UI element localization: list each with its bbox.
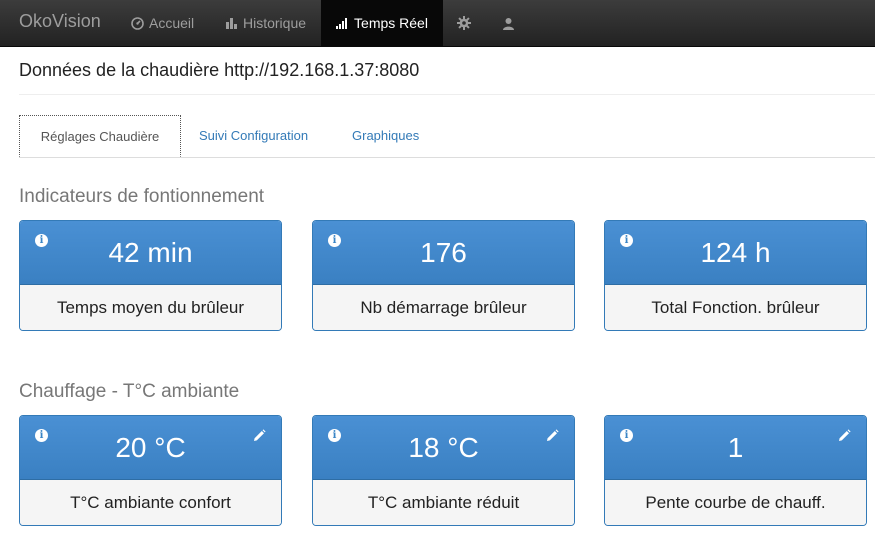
- card-label: T°C ambiante réduit: [313, 479, 574, 525]
- card-nb-demarrage-bruleur: 176 i Nb démarrage brûleur: [312, 220, 575, 331]
- card-total-fonction-bruleur: 124 h i Total Fonction. brûleur: [604, 220, 867, 331]
- section-title-indicateurs: Indicateurs de fontionnement: [19, 186, 265, 207]
- pencil-icon[interactable]: [251, 428, 267, 444]
- card-label: Nb démarrage brûleur: [313, 284, 574, 330]
- page-title: Données de la chaudière http://192.168.1…: [19, 60, 420, 80]
- nav-item-temps-reel[interactable]: Temps Réel: [321, 0, 443, 46]
- nav-item-historique[interactable]: Historique: [215, 0, 316, 46]
- nav-item-user[interactable]: [490, 0, 526, 46]
- card-value: 124 h: [700, 237, 771, 268]
- card-temps-moyen-bruleur: 42 min i Temps moyen du brûleur: [19, 220, 282, 331]
- info-icon[interactable]: i: [328, 429, 341, 442]
- card-pente-courbe-chauffe: 1 i Pente courbe de chauff.: [604, 415, 867, 526]
- pencil-icon[interactable]: [836, 428, 852, 444]
- card-label: Pente courbe de chauff.: [605, 479, 866, 525]
- tab-bar: Réglages Chaudière Suivi Configuration G…: [19, 115, 875, 158]
- nav-item-label: Temps Réel: [354, 15, 428, 31]
- card-value: 1: [727, 432, 744, 463]
- info-icon[interactable]: i: [620, 234, 633, 247]
- dashboard-icon: [131, 16, 144, 30]
- card-label: Total Fonction. brûleur: [605, 284, 866, 330]
- section-title-chauffage: Chauffage - T°C ambiante: [19, 381, 240, 402]
- info-icon[interactable]: i: [35, 429, 48, 442]
- nav-item-accueil[interactable]: Accueil: [121, 0, 204, 46]
- tab-graphiques[interactable]: Graphiques: [352, 115, 419, 156]
- nav-item-settings[interactable]: [446, 0, 482, 46]
- pencil-icon[interactable]: [544, 428, 560, 444]
- user-icon: [502, 17, 515, 30]
- bar-chart-icon: [225, 17, 238, 30]
- brand-logo[interactable]: OkoVision: [19, 0, 101, 46]
- info-icon[interactable]: i: [328, 234, 341, 247]
- nav-item-label: Historique: [243, 15, 307, 31]
- card-value: 42 min: [108, 237, 193, 268]
- signal-icon: [336, 17, 349, 30]
- card-value: 18 °C: [408, 432, 479, 463]
- card-temp-ambiante-confort: 20 °C i T°C ambiante confort: [19, 415, 282, 526]
- navbar: OkoVision Accueil Historique Temps Réel: [0, 0, 875, 47]
- card-temp-ambiante-reduit: 18 °C i T°C ambiante réduit: [312, 415, 575, 526]
- nav-item-label: Accueil: [149, 15, 195, 31]
- card-value: 20 °C: [115, 432, 186, 463]
- card-label: T°C ambiante confort: [20, 479, 281, 525]
- gear-icon: [457, 16, 471, 30]
- info-icon[interactable]: i: [620, 429, 633, 442]
- divider: [19, 94, 875, 95]
- card-value: 176: [420, 237, 467, 268]
- tab-suivi-configuration[interactable]: Suivi Configuration: [199, 115, 308, 156]
- info-icon[interactable]: i: [35, 234, 48, 247]
- tab-reglages-chaudiere[interactable]: Réglages Chaudière: [19, 115, 181, 157]
- card-label: Temps moyen du brûleur: [20, 284, 281, 330]
